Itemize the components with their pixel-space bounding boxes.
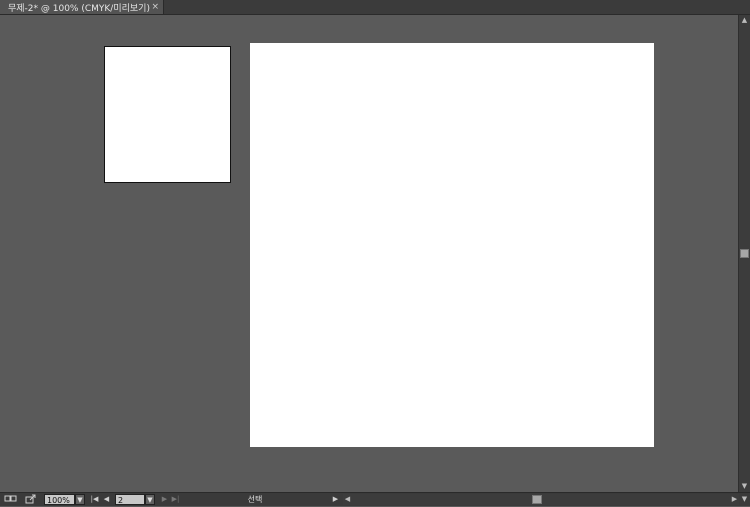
vertical-scrollbar[interactable]: ▲ ▼ — [738, 15, 750, 492]
scroll-right-arrow-icon[interactable]: ▶ — [730, 494, 739, 505]
artboard-icon[interactable] — [4, 494, 18, 505]
artboard-small[interactable] — [104, 46, 231, 183]
artboard-icon-glyph — [4, 495, 17, 502]
artboard-main[interactable] — [250, 43, 654, 447]
scroll-corner-down-arrow-icon[interactable]: ▼ — [739, 494, 750, 505]
vertical-scroll-thumb[interactable] — [740, 249, 749, 258]
zoom-field[interactable]: 100% — [44, 494, 75, 505]
close-icon[interactable]: × — [151, 0, 159, 14]
next-artboard-icon[interactable]: ▶ — [160, 494, 169, 505]
horizontal-scroll-thumb[interactable] — [532, 495, 542, 504]
status-bar: 100% ▼ |◀ ◀ 2 ▼ ▶ ▶| 선택 ▶ ◀ ▶ ▼ — [0, 492, 750, 506]
horizontal-scrollbar[interactable]: ◀ ▶ — [343, 494, 739, 505]
document-canvas[interactable] — [0, 15, 738, 492]
artboard-number-field[interactable]: 2 — [115, 494, 145, 505]
zoom-dropdown-chevron-down-icon[interactable]: ▼ — [75, 494, 85, 505]
first-artboard-icon[interactable]: |◀ — [90, 494, 99, 505]
share-icon-glyph — [25, 494, 36, 504]
scroll-up-arrow-icon[interactable]: ▲ — [739, 15, 750, 26]
last-artboard-icon[interactable]: ▶| — [171, 494, 180, 505]
scroll-left-arrow-icon[interactable]: ◀ — [343, 494, 352, 505]
previous-artboard-icon[interactable]: ◀ — [102, 494, 111, 505]
status-label[interactable]: 선택 — [185, 494, 325, 505]
document-tab[interactable]: 무제-2* @ 100% (CMYK/미리보기) × — [0, 0, 164, 14]
document-tab-bar: 무제-2* @ 100% (CMYK/미리보기) × — [0, 0, 750, 15]
share-icon[interactable] — [24, 494, 38, 505]
status-menu-arrow-icon[interactable]: ▶ — [331, 494, 340, 505]
scroll-down-arrow-icon[interactable]: ▼ — [739, 481, 750, 492]
artboard-dropdown-chevron-down-icon[interactable]: ▼ — [145, 494, 155, 505]
document-tab-title: 무제-2* @ 100% (CMYK/미리보기) — [8, 3, 150, 14]
